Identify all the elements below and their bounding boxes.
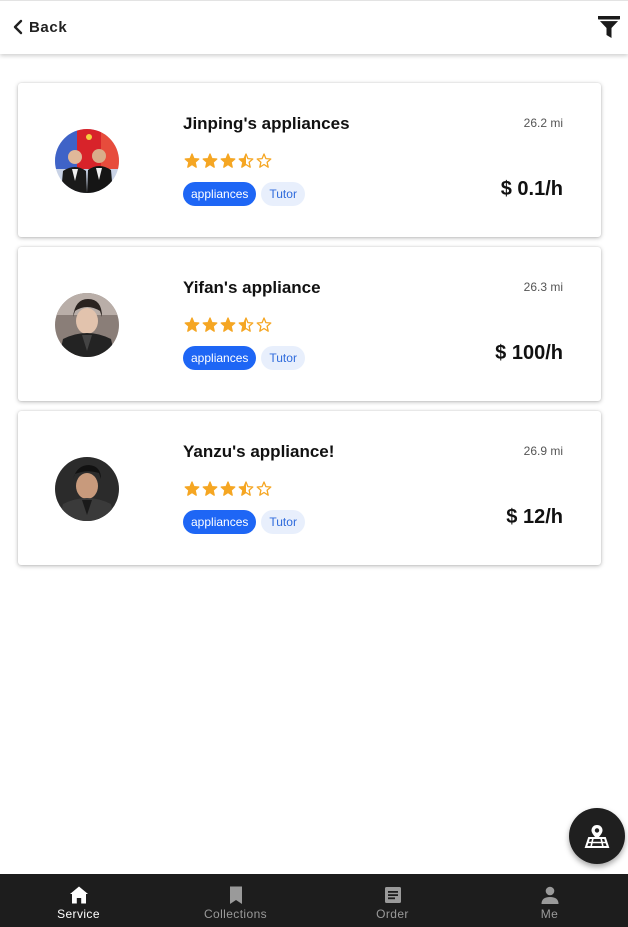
bookmark-icon (229, 886, 242, 904)
service-card[interactable]: Yanzu's appliance! 26.9 mi appliances Tu… (18, 411, 601, 565)
star-half-icon (238, 153, 254, 168)
filter-icon (598, 16, 620, 38)
service-card[interactable]: Jinping's appliances 26.2 mi appliances … (18, 83, 601, 237)
nav-label: Order (376, 907, 409, 921)
nav-label: Collections (203, 907, 268, 921)
avatar (55, 129, 119, 193)
service-tags: appliances Tutor (183, 182, 305, 206)
star-full-icon (202, 481, 218, 496)
home-icon (69, 886, 88, 904)
star-half-icon (238, 481, 254, 496)
star-full-icon (220, 153, 236, 168)
chevron-left-icon (13, 19, 23, 35)
service-tags: appliances Tutor (183, 346, 305, 370)
service-price: $ 100/h (495, 342, 563, 364)
service-tags: appliances Tutor (183, 510, 305, 534)
star-half-icon (238, 317, 254, 332)
service-distance: 26.3 mi (523, 280, 563, 294)
star-empty-icon (256, 317, 272, 332)
service-distance: 26.9 mi (523, 444, 563, 458)
rating-stars (184, 317, 272, 333)
tag-appliances[interactable]: appliances (183, 510, 257, 534)
tag-tutor[interactable]: Tutor (261, 346, 305, 370)
tag-tutor[interactable]: Tutor (261, 182, 305, 206)
nav-item-collections[interactable]: Collections (157, 874, 314, 927)
rating-stars (184, 153, 272, 169)
receipt-icon (384, 887, 401, 903)
avatar (55, 457, 119, 521)
nav-label: Service (57, 907, 100, 921)
filter-button[interactable] (597, 14, 621, 40)
service-price: $ 12/h (506, 506, 563, 528)
star-full-icon (184, 317, 200, 332)
star-full-icon (184, 153, 200, 168)
rating-stars (184, 481, 272, 497)
star-full-icon (202, 153, 218, 168)
star-full-icon (220, 317, 236, 332)
nav-item-order[interactable]: Order (314, 874, 471, 927)
star-empty-icon (256, 153, 272, 168)
service-name: Yanzu's appliance! (183, 442, 335, 461)
nav-item-service[interactable]: Service (0, 874, 157, 927)
tag-appliances[interactable]: appliances (183, 182, 257, 206)
person-icon (541, 886, 558, 904)
service-name: Jinping's appliances (183, 114, 350, 133)
service-distance: 26.2 mi (523, 116, 563, 130)
nav-label: Me (540, 907, 559, 921)
service-card[interactable]: Yifan's appliance 26.3 mi appliances Tut… (18, 247, 601, 401)
bottom-navigation: Service Collections Order Me (0, 874, 628, 927)
tag-tutor[interactable]: Tutor (261, 510, 305, 534)
service-name: Yifan's appliance (183, 278, 321, 297)
service-price: $ 0.1/h (500, 178, 563, 200)
star-full-icon (202, 317, 218, 332)
back-button[interactable]: Back (12, 15, 67, 39)
star-empty-icon (256, 481, 272, 496)
tag-appliances[interactable]: appliances (183, 346, 257, 370)
map-fab-button[interactable] (569, 808, 625, 864)
back-label: Back (29, 18, 68, 36)
map-marker-icon (584, 825, 610, 848)
top-app-bar: Back (0, 0, 628, 54)
star-full-icon (184, 481, 200, 496)
avatar (55, 293, 119, 357)
star-full-icon (220, 481, 236, 496)
nav-item-me[interactable]: Me (471, 874, 628, 927)
